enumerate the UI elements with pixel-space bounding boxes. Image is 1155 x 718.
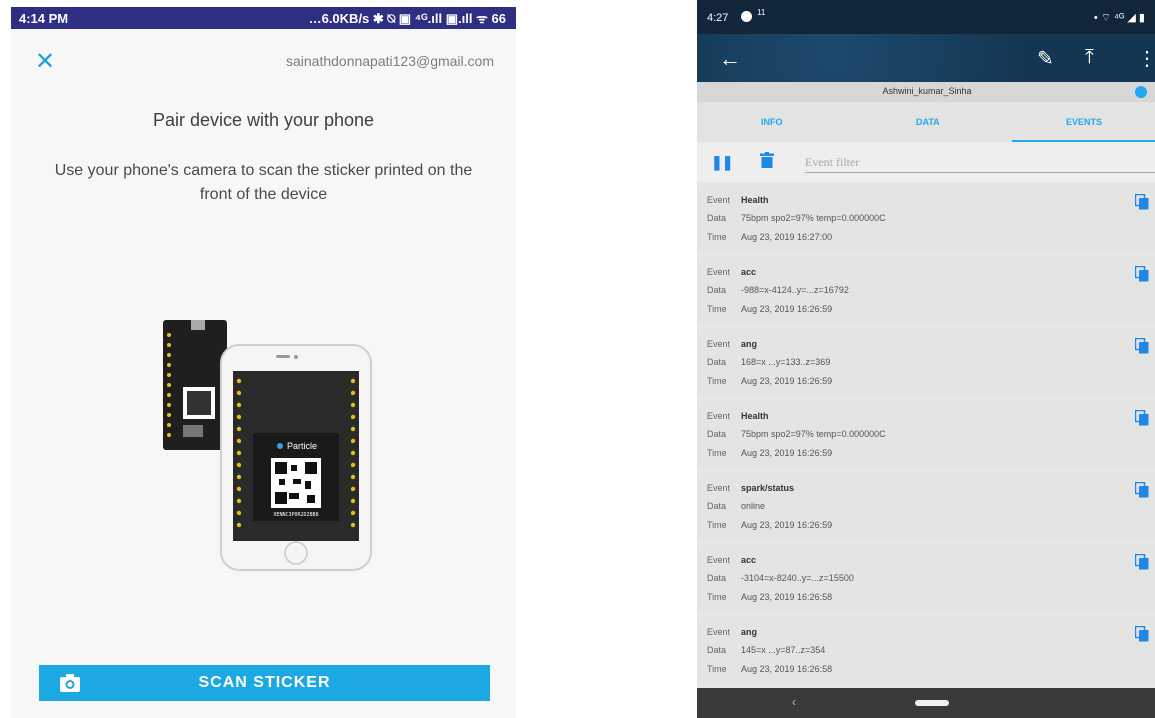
- data-label: Data: [707, 501, 727, 511]
- copy-icon[interactable]: [1135, 338, 1149, 354]
- status-dot-icon: [741, 11, 752, 22]
- tab-data[interactable]: DATA: [916, 117, 940, 127]
- flash-upload-icon[interactable]: ⤒: [1085, 46, 1094, 69]
- online-indicator-icon: [1135, 86, 1147, 98]
- time-label: Time: [707, 304, 727, 314]
- time-label: Time: [707, 664, 727, 674]
- event-time: Aug 23, 2019 16:26:59: [741, 376, 833, 386]
- time-label: Time: [707, 232, 727, 242]
- event-time: Aug 23, 2019 16:27:00: [741, 232, 833, 242]
- close-icon[interactable]: ✕: [35, 49, 59, 73]
- event-data: -3104=x-8240..y=...z=15500: [741, 573, 854, 583]
- event-data: 168=x ...y=133..z=369: [741, 357, 831, 367]
- event-item: Event ang Data 145=x ...y=87..z=354 Time Au…: [697, 618, 1155, 684]
- device-phone-illustration: Particle XENNC3P0R2D2BB8: [163, 320, 372, 571]
- account-email: sainathdonnapati123@gmail.com: [285, 53, 494, 69]
- event-name: ang: [741, 627, 758, 637]
- event-time: Aug 23, 2019 16:26:59: [741, 520, 833, 530]
- edit-pencil-icon[interactable]: ✎: [1037, 46, 1054, 71]
- event-filter-input[interactable]: [805, 152, 1155, 173]
- nav-back-icon[interactable]: ‹: [792, 695, 796, 709]
- event-filter-bar: ❚❚: [697, 142, 1155, 182]
- status-icons: • ⌔ ⁴ᴳ ◢ ▮: [1093, 12, 1145, 24]
- time-label: Time: [707, 448, 727, 458]
- event-data: 75bpm spo2=97% temp=0.000000C: [741, 429, 886, 439]
- event-time: Aug 23, 2019 16:26:58: [741, 664, 833, 674]
- scan-sticker-button[interactable]: SCAN STICKER: [39, 665, 490, 701]
- event-label: Event: [707, 267, 731, 277]
- event-item: Event spark/status Data online Time Aug 23,…: [697, 474, 1155, 540]
- event-name: Health: [741, 411, 769, 421]
- scan-sticker-label: SCAN STICKER: [198, 674, 331, 691]
- copy-icon[interactable]: [1135, 554, 1149, 570]
- event-data: -988=x-4124..y=...z=16792: [741, 285, 849, 295]
- event-label: Event: [707, 627, 731, 637]
- status-icons: …6.0KB/s ✱ ⍉ ▣ ⁴ᴳ.ıll ▣.ıll ᯤ 66: [308, 11, 506, 26]
- event-time: Aug 23, 2019 16:26:59: [741, 448, 833, 458]
- data-label: Data: [707, 357, 727, 367]
- event-item: Event acc Data -3104=x-8240..y=...z=15500 …: [697, 546, 1155, 612]
- event-label: Event: [707, 411, 731, 421]
- device-name: Ashwini_kumar_Sinha: [882, 86, 972, 96]
- data-label: Data: [707, 285, 727, 295]
- event-name: spark/status: [741, 483, 795, 493]
- status-bar: 4:27 11 • ⌔ ⁴ᴳ ◢ ▮: [697, 0, 1155, 34]
- data-label: Data: [707, 213, 727, 223]
- event-name: ang: [741, 339, 758, 349]
- pair-device-screen: 4:14 PM …6.0KB/s ✱ ⍉ ▣ ⁴ᴳ.ıll ▣.ıll ᯤ 66…: [11, 7, 516, 718]
- status-mini-text: 11: [757, 8, 766, 17]
- copy-icon[interactable]: [1135, 410, 1149, 426]
- copy-icon[interactable]: [1135, 626, 1149, 642]
- event-label: Event: [707, 339, 731, 349]
- tab-info[interactable]: INFO: [761, 117, 783, 127]
- time-label: Time: [707, 592, 727, 602]
- event-item: Event ang Data 168=x ...y=133..z=369 Time A…: [697, 330, 1155, 396]
- event-item: Event Health Data 75bpm spo2=97% temp=0.00…: [697, 402, 1155, 468]
- time-label: Time: [707, 376, 727, 386]
- event-data: online: [741, 501, 766, 511]
- event-name: Health: [741, 195, 769, 205]
- event-time: Aug 23, 2019 16:26:59: [741, 304, 833, 314]
- copy-icon[interactable]: [1135, 194, 1149, 210]
- trash-icon[interactable]: [760, 152, 774, 168]
- device-name-bar: Ashwini_kumar_Sinha: [697, 82, 1155, 102]
- camera-icon: [60, 674, 80, 692]
- event-data: 75bpm spo2=97% temp=0.000000C: [741, 213, 886, 223]
- data-label: Data: [707, 573, 727, 583]
- toolbar: ← ✎ ⤒ ⋮: [697, 34, 1155, 82]
- page-description: Use your phone's camera to scan the stic…: [54, 162, 473, 203]
- event-item: Event acc Data -988=x-4124..y=...z=16792 T…: [697, 258, 1155, 324]
- event-name: acc: [741, 267, 757, 277]
- device-events-screen: 4:27 11 • ⌔ ⁴ᴳ ◢ ▮ ← ✎ ⤒ ⋮ Ashwini_kumar…: [697, 0, 1155, 718]
- tab-bar: INFO DATA EVENTS: [697, 102, 1155, 142]
- more-vert-icon[interactable]: ⋮: [1137, 46, 1155, 71]
- illustration-brand: Particle: [287, 441, 317, 451]
- event-data: 145=x ...y=87..z=354: [741, 645, 826, 655]
- illustration-code: XENNC3P0R2D2BB8: [273, 512, 318, 518]
- navigation-bar: ‹: [697, 688, 1155, 718]
- data-label: Data: [707, 429, 727, 439]
- status-time: 4:14 PM: [19, 10, 69, 26]
- event-item: Event Health Data 75bpm spo2=97% temp=0.00…: [697, 186, 1155, 252]
- home-pill-icon[interactable]: [915, 700, 949, 706]
- status-bar: 4:14 PM …6.0KB/s ✱ ⍉ ▣ ⁴ᴳ.ıll ▣.ıll ᯤ 66: [11, 7, 516, 29]
- status-time: 4:27: [707, 12, 729, 24]
- copy-icon[interactable]: [1135, 266, 1149, 282]
- copy-icon[interactable]: [1135, 482, 1149, 498]
- back-arrow-icon[interactable]: ←: [719, 46, 741, 72]
- event-label: Event: [707, 195, 731, 205]
- tab-events[interactable]: EVENTS: [1066, 117, 1102, 127]
- event-label: Event: [707, 483, 731, 493]
- data-label: Data: [707, 645, 727, 655]
- time-label: Time: [707, 520, 727, 530]
- pause-icon[interactable]: ❚❚: [711, 154, 733, 171]
- event-time: Aug 23, 2019 16:26:58: [741, 592, 833, 602]
- event-name: acc: [741, 555, 757, 565]
- event-label: Event: [707, 555, 731, 565]
- page-title: Pair device with your phone: [152, 110, 375, 130]
